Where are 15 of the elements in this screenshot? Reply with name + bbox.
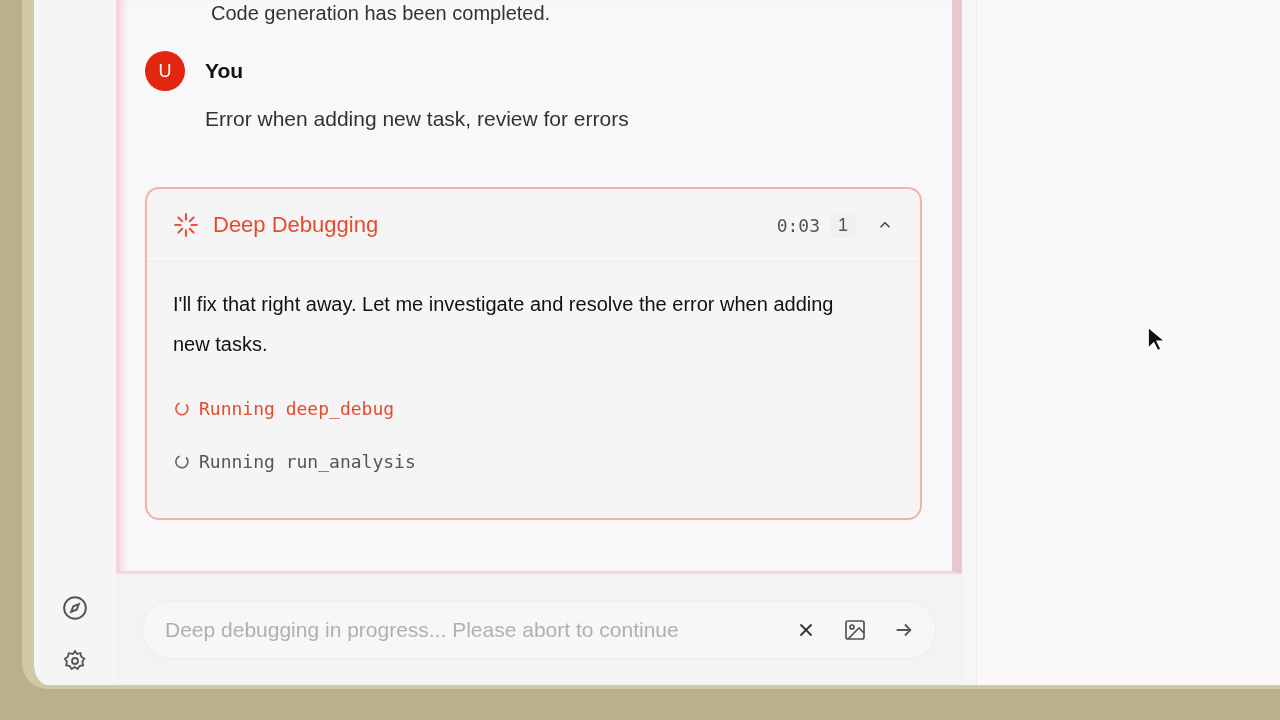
- step-count: 1: [830, 212, 856, 238]
- author-name: You: [205, 59, 244, 83]
- tool-step: Running deep_debug: [199, 398, 395, 419]
- tool-step: Running run_analysis: [199, 451, 416, 472]
- message-text: Code generation has been completed.: [211, 2, 552, 25]
- settings-icon[interactable]: [63, 649, 87, 673]
- elapsed-time: 0:03: [776, 214, 820, 236]
- assistant-message: I'll fix that right away. Let me investigate and resolve the error when adding new tasks.: [173, 292, 835, 357]
- panel-title: Deep Debugging: [213, 212, 379, 238]
- mouse-pointer-icon: [1147, 326, 1165, 353]
- compass-icon[interactable]: [62, 595, 88, 621]
- user-avatar: U: [145, 51, 185, 91]
- spinner-icon: [173, 212, 199, 238]
- image-icon[interactable]: [843, 617, 867, 642]
- message-text: Error when adding new task, review for errors: [205, 107, 630, 131]
